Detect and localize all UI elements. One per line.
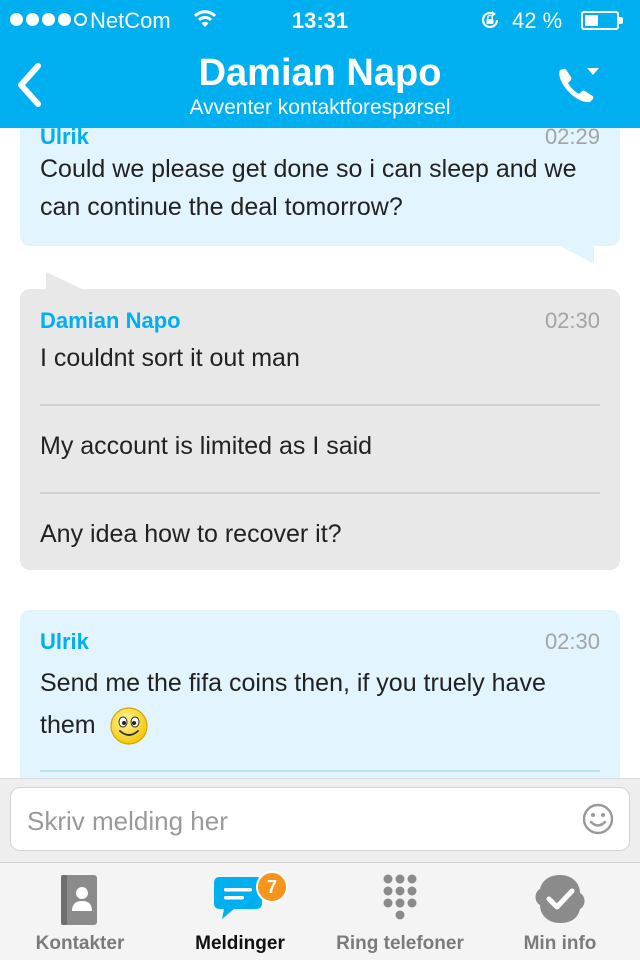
battery-percent: 42 %	[512, 8, 563, 33]
battery-icon	[581, 11, 623, 30]
message-input-placeholder: Skriv melding her	[27, 806, 228, 836]
contact-name: Damian Napo	[198, 52, 442, 94]
message-bubble: Ulrik 02:29 Could we please get done so …	[20, 128, 620, 246]
chat-area[interactable]: Ulrik 02:29 Could we please get done so …	[0, 128, 640, 778]
emoticon-picker-icon[interactable]	[581, 802, 615, 836]
message-sender: Damian Napo	[40, 308, 181, 333]
tab-label: Kontakter	[35, 933, 125, 954]
message-sender: Ulrik	[40, 629, 89, 654]
message-text: My account is limited as I said	[40, 432, 373, 460]
message-sender: Ulrik	[40, 128, 89, 149]
status-bar: NetCom 13:31 42 %	[0, 0, 640, 40]
bubble-tail	[560, 246, 594, 264]
tab-messages[interactable]: 7 Meldinger	[160, 863, 320, 960]
rotation-lock-icon	[481, 11, 499, 29]
tab-contacts[interactable]: Kontakter	[0, 863, 160, 960]
message-separator	[40, 492, 600, 494]
message-time: 02:30	[544, 629, 600, 654]
tab-call-phones[interactable]: Ring telefoner	[320, 863, 480, 960]
contact-status: Avventer kontaktforespørsel	[189, 96, 451, 119]
message-time: 02:29	[544, 128, 600, 149]
message-time: 02:30	[544, 308, 600, 333]
dialpad-icon	[383, 874, 417, 920]
message-bubble: Ulrik 02:30 Send me the fifa coins then,…	[20, 610, 620, 778]
bubble-tail	[46, 272, 84, 290]
message-separator	[40, 404, 600, 406]
smile-emoticon-icon	[109, 707, 148, 745]
message-text: Could we please get done so i can sleep …	[40, 155, 577, 221]
message-text: Any idea how to recover it?	[40, 520, 342, 548]
header: NetCom 13:31 42 % Damian Napo Avventer k…	[0, 0, 640, 128]
message-input[interactable]: Skriv melding her	[10, 787, 630, 851]
tab-label: Min info	[523, 933, 597, 954]
unread-badge: 7	[256, 871, 288, 903]
phone-call-icon	[559, 68, 599, 103]
message-bubble: Damian Napo 02:30 I couldnt sort it out …	[20, 289, 620, 570]
call-button[interactable]	[554, 62, 604, 108]
tab-label: Meldinger	[195, 933, 285, 954]
message-text: Send me the fifa coins then, if you true…	[40, 662, 600, 746]
message-composer: Skriv melding her	[0, 778, 640, 862]
contacts-icon	[61, 875, 97, 925]
message-text: I couldnt sort it out man	[40, 344, 300, 372]
profile-status-icon	[535, 875, 585, 923]
message-separator	[40, 770, 600, 772]
tab-label: Ring telefoner	[336, 933, 464, 954]
tab-my-info[interactable]: Min info	[480, 863, 640, 960]
tab-bar: Kontakter 7 Meldinger Ring telefoner Min…	[0, 862, 640, 960]
